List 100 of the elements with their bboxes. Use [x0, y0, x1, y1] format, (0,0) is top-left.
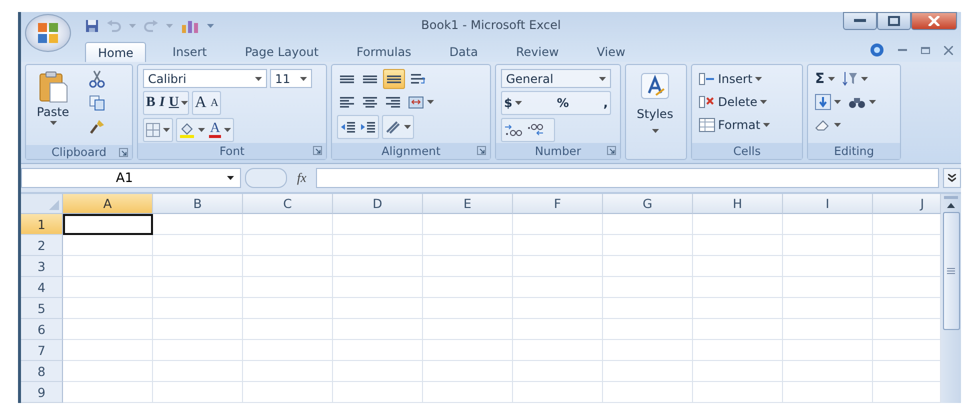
row-header[interactable]: 9	[21, 382, 63, 403]
column-header[interactable]: G	[603, 194, 693, 214]
ribbon-tab[interactable]: Insert	[160, 42, 219, 62]
sheet-cell[interactable]	[513, 361, 603, 382]
sheet-cell[interactable]	[603, 382, 693, 403]
sheet-cell[interactable]	[63, 277, 153, 298]
minimize-button[interactable]	[843, 12, 877, 30]
italic-button[interactable]: I	[157, 93, 167, 113]
sheet-cell[interactable]	[603, 256, 693, 277]
sheet-cell[interactable]	[693, 277, 783, 298]
copy-button[interactable]	[87, 93, 107, 113]
delete-button[interactable]: Delete	[697, 92, 772, 112]
underline-button[interactable]: U	[166, 93, 181, 113]
sheet-cell[interactable]	[783, 382, 873, 403]
column-header[interactable]: B	[153, 194, 243, 214]
sheet-cell[interactable]	[153, 214, 243, 235]
sheet-cell[interactable]	[603, 319, 693, 340]
name-box[interactable]: A1	[21, 168, 241, 188]
row-header[interactable]: 3	[21, 256, 63, 277]
sheet-cell[interactable]	[153, 256, 243, 277]
close-icon[interactable]	[944, 46, 953, 54]
insert-function-button[interactable]: fx	[291, 170, 312, 186]
sheet-cell[interactable]	[603, 214, 693, 235]
column-header[interactable]: C	[243, 194, 333, 214]
sheet-cell[interactable]	[333, 277, 423, 298]
sheet-cell[interactable]	[243, 319, 333, 340]
sheet-cell[interactable]	[333, 256, 423, 277]
sheet-cell[interactable]	[63, 382, 153, 403]
sheet-cell[interactable]	[783, 319, 873, 340]
select-all-icon[interactable]	[49, 200, 59, 210]
close-button[interactable]	[911, 12, 957, 30]
sheet-cell[interactable]	[63, 361, 153, 382]
ribbon-tab[interactable]: Review	[504, 42, 571, 62]
expand-formula-bar-button[interactable]	[943, 168, 961, 188]
sheet-cell[interactable]	[603, 298, 693, 319]
sheet-cell[interactable]	[63, 298, 153, 319]
paste-button[interactable]: Paste	[31, 69, 75, 145]
undo-icon[interactable]	[107, 20, 121, 32]
sheet-cell[interactable]	[693, 340, 783, 361]
row-header[interactable]: 8	[21, 361, 63, 382]
sheet-cell[interactable]	[153, 361, 243, 382]
bottom-align-button[interactable]	[383, 69, 405, 89]
sheet-cell[interactable]	[513, 340, 603, 361]
sheet-cell[interactable]	[783, 340, 873, 361]
sheet-cell[interactable]	[513, 235, 603, 256]
shrink-font-button[interactable]: A	[208, 93, 220, 113]
sheet-cell[interactable]	[423, 361, 513, 382]
sheet-cell[interactable]	[693, 214, 783, 235]
sheet-cell[interactable]	[423, 214, 513, 235]
currency-button[interactable]: $	[502, 93, 524, 113]
sheet-cell[interactable]	[783, 256, 873, 277]
column-header[interactable]: H	[693, 194, 783, 214]
cut-button[interactable]	[87, 69, 107, 89]
sheet-cell[interactable]	[423, 382, 513, 403]
active-cell[interactable]	[63, 214, 153, 235]
sheet-cell[interactable]	[693, 235, 783, 256]
sheet-cell[interactable]	[513, 319, 603, 340]
sheet-cell[interactable]	[333, 340, 423, 361]
sheet-cell[interactable]	[333, 361, 423, 382]
column-header[interactable]: D	[333, 194, 423, 214]
column-header[interactable]: I	[783, 194, 873, 214]
minimize-icon[interactable]	[898, 48, 907, 52]
sheet-cell[interactable]	[333, 382, 423, 403]
sheet-cell[interactable]	[333, 214, 423, 235]
sheet-cell[interactable]	[423, 277, 513, 298]
dialog-launcher-icon[interactable]	[607, 146, 616, 155]
sheet-cell[interactable]	[153, 319, 243, 340]
sheet-cell[interactable]	[243, 277, 333, 298]
sheet-cell[interactable]	[153, 235, 243, 256]
vertical-scrollbar[interactable]	[941, 194, 961, 403]
sheet-cell[interactable]	[783, 235, 873, 256]
sheet-cell[interactable]	[63, 319, 153, 340]
comma-button[interactable]: ,	[601, 93, 610, 113]
sheet-cell[interactable]	[513, 256, 603, 277]
sheet-cell[interactable]	[63, 256, 153, 277]
column-header[interactable]: F	[513, 194, 603, 214]
sheet-cell[interactable]	[513, 277, 603, 298]
scroll-up-icon[interactable]	[947, 203, 955, 208]
sheet-cell[interactable]	[423, 256, 513, 277]
borders-button[interactable]	[144, 120, 172, 140]
office-logo-icon[interactable]	[37, 22, 59, 44]
number-format-field[interactable]: General	[501, 69, 611, 88]
sheet-cell[interactable]	[693, 319, 783, 340]
sheet-cell[interactable]	[153, 277, 243, 298]
row-header[interactable]: 4	[21, 277, 63, 298]
sheet-cell[interactable]	[153, 340, 243, 361]
redo-icon[interactable]	[144, 20, 158, 32]
font-name-field[interactable]: Calibri	[143, 69, 267, 88]
sheet-cell[interactable]	[423, 235, 513, 256]
sheet-cell[interactable]	[783, 214, 873, 235]
column-header[interactable]: E	[423, 194, 513, 214]
fill-button[interactable]	[813, 92, 843, 112]
grow-font-button[interactable]: A	[192, 93, 208, 113]
bold-button[interactable]: B	[144, 93, 158, 113]
percent-button[interactable]: %	[554, 93, 571, 113]
font-size-field[interactable]: 11	[270, 69, 312, 88]
chart-icon[interactable]	[181, 19, 199, 33]
restore-icon[interactable]	[921, 46, 930, 54]
save-icon[interactable]	[85, 19, 99, 33]
dialog-launcher-icon[interactable]	[477, 146, 486, 155]
